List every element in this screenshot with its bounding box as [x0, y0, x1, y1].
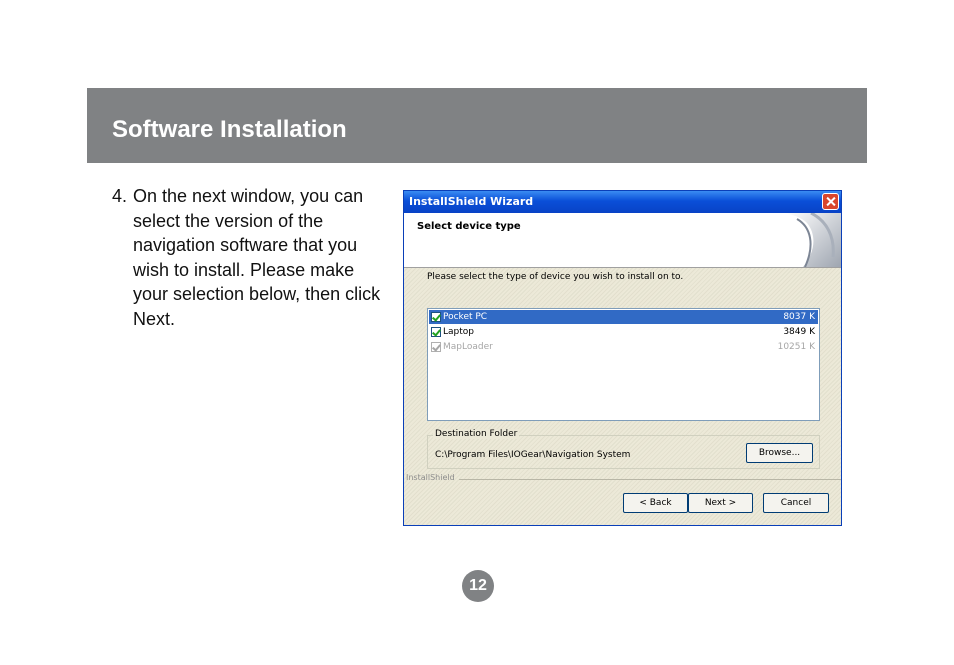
item-size: 3849 K	[783, 327, 815, 337]
wizard-header: Select device type	[404, 213, 841, 268]
list-item-maploader: MapLoader 10251 K	[429, 340, 818, 354]
destination-path: C:\Program Files\IOGear\Navigation Syste…	[435, 450, 631, 460]
cancel-button[interactable]: Cancel	[763, 493, 829, 513]
step-title: Select device type	[417, 221, 521, 232]
checkbox-maploader	[431, 342, 441, 352]
page-number-badge: 12	[462, 570, 494, 602]
list-item-pocket-pc[interactable]: Pocket PC 8037 K	[429, 310, 818, 324]
selection-prompt: Please select the type of device you wis…	[427, 272, 684, 282]
installshield-wizard-window: InstallShield Wizard Select device type …	[403, 190, 842, 526]
item-size: 10251 K	[777, 342, 815, 352]
divider	[459, 479, 841, 480]
device-type-list[interactable]: Pocket PC 8037 K Laptop 3849 K MapLoader…	[427, 308, 820, 421]
item-name: Pocket PC	[443, 312, 488, 322]
item-name: MapLoader	[443, 342, 493, 352]
browse-button[interactable]: Browse...	[746, 443, 813, 463]
section-header: Software Installation	[87, 88, 867, 163]
checkbox-laptop[interactable]	[431, 327, 441, 337]
item-name: Laptop	[443, 327, 474, 337]
window-title: InstallShield Wizard	[409, 195, 534, 208]
window-title-bar[interactable]: InstallShield Wizard	[404, 191, 841, 213]
list-item-laptop[interactable]: Laptop 3849 K	[429, 325, 818, 339]
wizard-header-graphic-icon	[785, 213, 841, 267]
checkbox-pocket-pc[interactable]	[431, 312, 441, 322]
wizard-body: Please select the type of device you wis…	[404, 268, 841, 525]
back-button[interactable]: < Back	[623, 493, 688, 513]
installshield-brand: InstallShield	[406, 473, 455, 482]
close-icon[interactable]	[822, 193, 839, 210]
item-size: 8037 K	[783, 312, 815, 322]
destination-folder-group: Destination Folder C:\Program Files\IOGe…	[427, 429, 820, 469]
step-number: 4.	[112, 186, 128, 206]
step-text: On the next window, you can select the v…	[133, 186, 381, 329]
section-title: Software Installation	[112, 116, 347, 143]
installshield-brand-row: InstallShield	[404, 473, 841, 485]
destination-folder-label: Destination Folder	[433, 429, 520, 439]
next-button[interactable]: Next >	[688, 493, 753, 513]
instruction-step: 4. On the next window, you can select th…	[112, 184, 392, 331]
